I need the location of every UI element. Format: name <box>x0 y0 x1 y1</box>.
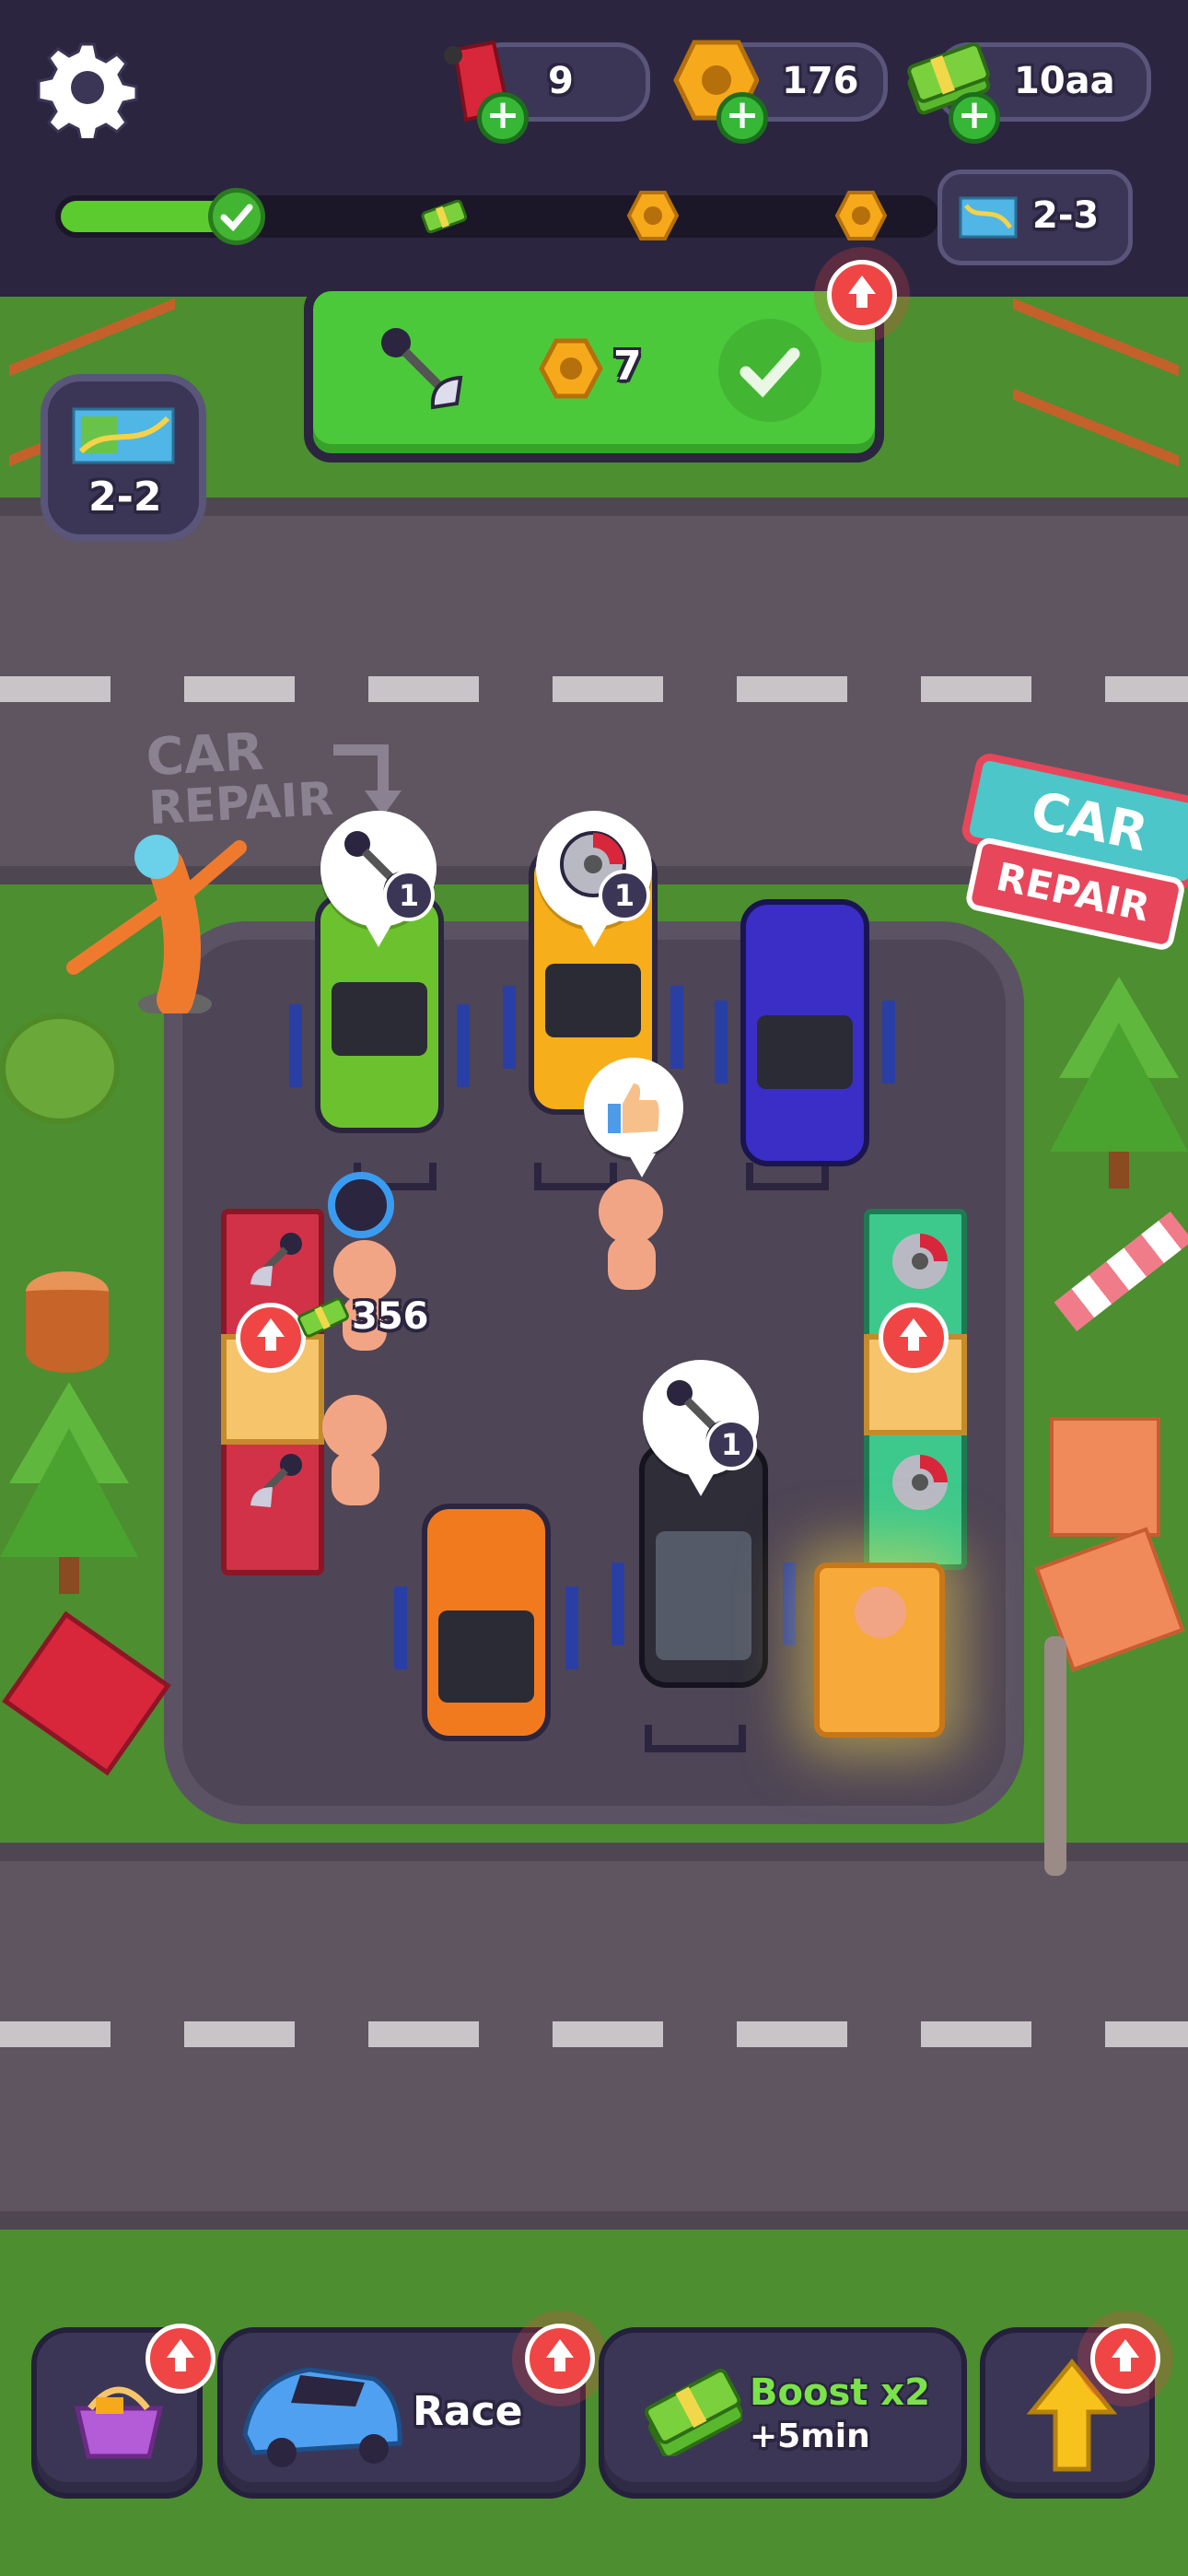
add-fuel-button[interactable]: + <box>477 92 529 144</box>
hire-worker-booth[interactable] <box>814 1563 945 1738</box>
request-bubble-5[interactable]: 1 <box>643 1360 759 1496</box>
parking-marker <box>746 1163 829 1190</box>
boost-duration: +5min <box>750 2418 870 2455</box>
level-progress-bar <box>55 195 939 238</box>
tree <box>0 1382 138 1603</box>
milestone-check-icon <box>208 188 265 245</box>
utility-pole <box>1044 1636 1066 1876</box>
next-level-button[interactable]: 2-3 <box>938 170 1133 265</box>
car-orange <box>422 1504 551 1741</box>
boost-label: Boost x2 <box>750 2371 930 2414</box>
cardboard-box <box>1050 1417 1160 1537</box>
reward-nut-icon <box>539 338 603 399</box>
race-alert-button[interactable] <box>525 2324 595 2394</box>
milestone-cash-icon <box>420 192 468 240</box>
task-complete-button[interactable] <box>718 319 821 422</box>
horn-icon <box>250 1454 302 1507</box>
milestone-nut-icon <box>626 190 680 241</box>
check-icon <box>740 347 800 398</box>
add-cash-button[interactable]: + <box>949 92 1000 144</box>
cash-stack-icon <box>645 2368 742 2456</box>
request-count-5: 1 <box>705 1419 757 1470</box>
horn-parts-rack[interactable] <box>221 1209 324 1575</box>
shop-alert-button[interactable] <box>146 2324 215 2394</box>
cash-value: 10aa <box>1014 60 1115 102</box>
worker-earning: 356 <box>297 1292 444 1347</box>
map-icon <box>959 196 1018 239</box>
horn-icon <box>250 1233 302 1286</box>
upgrade-alert-button[interactable] <box>1090 2324 1160 2394</box>
road-top-markings <box>0 676 1188 702</box>
task-reward-value: 7 <box>613 343 642 390</box>
tube-man-decoration <box>64 829 249 1018</box>
task-panel[interactable]: 7 <box>304 282 884 463</box>
rack-upgrade-button[interactable] <box>879 1303 949 1373</box>
ground-arrow-icon <box>328 737 420 820</box>
brake-disc-icon <box>892 1234 948 1289</box>
map-icon <box>72 407 175 464</box>
prev-level-button[interactable]: 2-2 <box>41 374 206 542</box>
thumbs-up-icon <box>608 1083 659 1133</box>
horn-icon <box>381 328 463 410</box>
brake-parts-rack[interactable] <box>864 1209 967 1570</box>
request-count-1: 1 <box>383 870 435 921</box>
prev-level-label: 2-2 <box>88 474 162 521</box>
race-car-icon <box>242 2367 402 2467</box>
request-count-2: 1 <box>599 870 650 921</box>
car-lift-4[interactable] <box>394 1504 578 1741</box>
road-bottom-markings <box>0 2021 1188 2047</box>
boost-button[interactable]: Boost x2 +5min <box>599 2327 967 2499</box>
tree <box>1050 977 1188 1198</box>
request-bubble-2[interactable]: 1 <box>536 811 652 947</box>
shopping-basket-icon <box>74 2386 164 2459</box>
rack-upgrade-button[interactable] <box>236 1303 306 1373</box>
worker-earning-value: 356 <box>352 1295 429 1338</box>
add-nuts-button[interactable]: + <box>716 92 768 144</box>
worker[interactable] <box>313 1395 396 1515</box>
settings-button[interactable] <box>37 37 138 144</box>
worker[interactable] <box>589 1179 672 1299</box>
tree-stump <box>26 1271 109 1373</box>
thumbs-up-bubble <box>584 1058 683 1177</box>
milestone-nut-icon <box>834 190 888 241</box>
nut-value: 176 <box>782 60 859 102</box>
worker-timer-icon <box>328 1172 394 1238</box>
car-blue <box>740 899 869 1166</box>
cash-stack-icon <box>297 1297 349 1338</box>
brake-disc-icon <box>892 1455 948 1510</box>
parking-marker <box>645 1725 746 1752</box>
upgrade-alert-button[interactable] <box>827 260 897 330</box>
next-level-label: 2-3 <box>1032 194 1100 237</box>
gear-icon <box>37 42 138 144</box>
car-lift-3[interactable] <box>715 899 895 1166</box>
bush <box>0 1013 120 1124</box>
fuel-value: 9 <box>548 60 574 102</box>
race-label: Race <box>413 2388 523 2435</box>
request-bubble-1[interactable]: 1 <box>320 811 437 947</box>
